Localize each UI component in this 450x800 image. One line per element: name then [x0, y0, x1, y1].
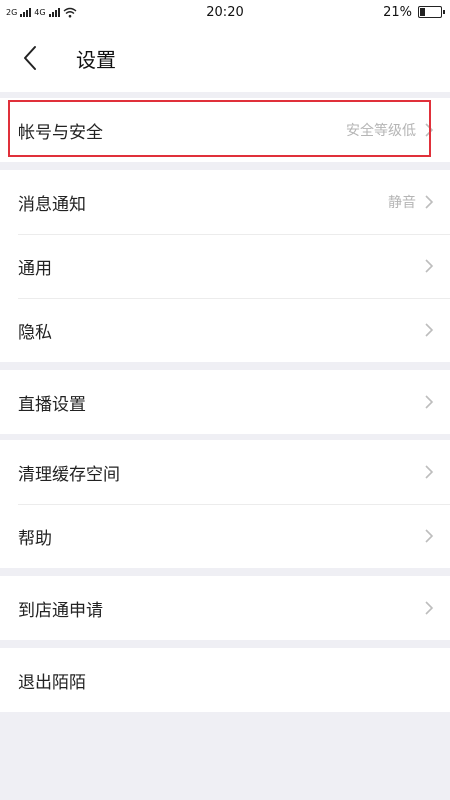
chevron-right-icon	[424, 258, 434, 274]
settings-item-general[interactable]: 通用	[0, 234, 450, 298]
settings-item-live-settings[interactable]: 直播设置	[0, 370, 450, 434]
logout-button[interactable]: 退出陌陌	[0, 648, 450, 712]
status-bar: 2G 4G 20:20 21%	[0, 0, 450, 24]
settings-item-label: 直播设置	[18, 394, 86, 415]
logout-label: 退出陌陌	[18, 672, 86, 693]
settings-item-account-security[interactable]: 帐号与安全 安全等级低	[0, 98, 450, 162]
status-time: 20:20	[206, 4, 244, 20]
settings-item-help[interactable]: 帮助	[0, 504, 450, 568]
settings-item-label: 隐私	[18, 322, 52, 343]
settings-group-store: 到店通申请	[0, 576, 450, 640]
chevron-right-icon	[424, 322, 434, 338]
security-level-value: 安全等级低	[346, 123, 416, 139]
chevron-right-icon	[424, 528, 434, 544]
settings-item-label: 到店通申请	[18, 600, 103, 621]
settings-group-misc: 清理缓存空间 帮助	[0, 440, 450, 568]
settings-group-general: 消息通知 静音 通用 隐私	[0, 170, 450, 362]
chevron-right-icon	[424, 122, 434, 138]
settings-item-notifications[interactable]: 消息通知 静音	[0, 170, 450, 234]
settings-item-label: 清理缓存空间	[18, 464, 120, 485]
settings-item-privacy[interactable]: 隐私	[0, 298, 450, 362]
settings-item-label: 消息通知	[18, 194, 86, 215]
settings-group-account: 帐号与安全 安全等级低	[0, 98, 450, 162]
settings-group-logout: 退出陌陌	[0, 648, 450, 712]
settings-item-label: 帐号与安全	[18, 122, 103, 143]
top-bar: 设置	[0, 24, 450, 92]
page-title: 设置	[76, 47, 116, 72]
battery-icon	[418, 6, 445, 18]
chevron-right-icon	[424, 394, 434, 410]
chevron-right-icon	[424, 194, 434, 210]
notification-value: 静音	[388, 195, 416, 211]
settings-item-label: 通用	[18, 258, 52, 279]
settings-group-live: 直播设置	[0, 370, 450, 434]
chevron-right-icon	[424, 464, 434, 480]
settings-item-store-apply[interactable]: 到店通申请	[0, 576, 450, 640]
back-button[interactable]	[0, 24, 60, 92]
settings-item-label: 帮助	[18, 528, 52, 549]
chevron-right-icon	[424, 600, 434, 616]
settings-item-clear-cache[interactable]: 清理缓存空间	[0, 440, 450, 504]
chevron-left-icon	[24, 46, 36, 70]
